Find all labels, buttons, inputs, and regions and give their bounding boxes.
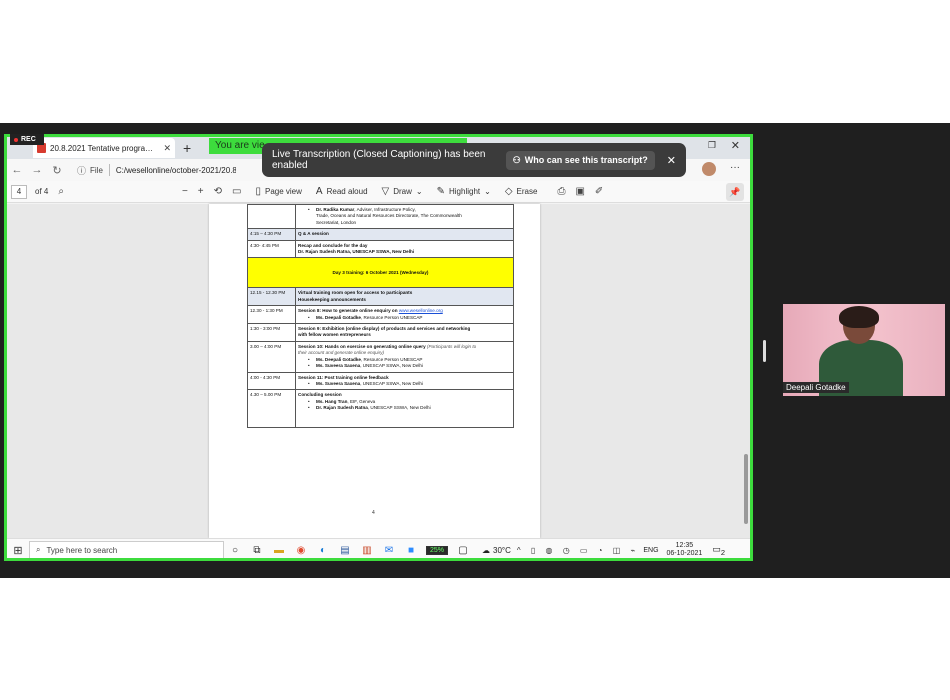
- recording-indicator: REC: [10, 134, 44, 145]
- back-icon[interactable]: ←: [7, 164, 27, 176]
- participant-video[interactable]: Deepali Gotadke: [783, 304, 945, 396]
- tab-title: 20.8.2021 Tentative programme: [50, 143, 160, 153]
- task-view-icon[interactable]: ⧉: [246, 545, 268, 556]
- draw-icon: ▽: [381, 186, 390, 197]
- page-number: 4: [372, 510, 375, 516]
- chevron-down-icon: ⌄: [415, 187, 423, 196]
- windows-start-icon[interactable]: ⊞: [7, 544, 29, 557]
- page-view-button[interactable]: ▯ Page view: [255, 186, 301, 197]
- url-input[interactable]: C:/wesellonline/october-2021/20.8: [116, 166, 236, 175]
- record-dot-icon: [14, 137, 18, 142]
- page-number-input[interactable]: 4: [11, 184, 27, 199]
- fit-page-icon[interactable]: ▭: [232, 186, 241, 197]
- read-aloud-icon: A: [315, 186, 323, 197]
- cloud-icon: ☁: [482, 545, 491, 555]
- participant-hair: [839, 306, 879, 328]
- page-count: of 4: [35, 187, 49, 196]
- table-row: 3.00 – 4:00 PM Session 10: Hands on exer…: [247, 340, 514, 373]
- panel-resize-handle[interactable]: [763, 340, 766, 362]
- zoom-icon[interactable]: ■: [400, 545, 422, 556]
- programme-table: Dr. Radika Kumar, Adviser, Infrastructur…: [247, 203, 514, 429]
- new-tab-button[interactable]: +: [183, 140, 191, 156]
- zoom-in-icon[interactable]: +: [198, 186, 204, 197]
- refresh-icon[interactable]: ↻: [47, 164, 67, 177]
- read-aloud-button[interactable]: A Read aloud: [316, 186, 368, 197]
- browser-tab[interactable]: 20.8.2021 Tentative programme ✕: [33, 138, 175, 158]
- system-tray-icons[interactable]: ^ ▯ ◍ ◷ ▭ ◔ ◫ ⌁: [517, 546, 639, 555]
- table-row: Dr. Radika Kumar, Adviser, Infrastructur…: [247, 203, 514, 230]
- word-icon[interactable]: ▤: [334, 545, 356, 556]
- table-row: 4.30 – 5.00 PM Concluding session Ms. Ha…: [247, 389, 514, 429]
- edge-icon[interactable]: ◐: [312, 545, 334, 556]
- rotate-icon[interactable]: ⟲: [214, 186, 222, 197]
- shared-screen: 20.8.2021 Tentative programme ✕ + You ar…: [4, 134, 753, 561]
- save-icon[interactable]: ▣: [575, 186, 584, 197]
- wesellonline-link[interactable]: www.wesellonline.org: [399, 308, 443, 313]
- pdf-viewer[interactable]: Dr. Radika Kumar, Adviser, Infrastructur…: [7, 203, 750, 538]
- restore-window-icon[interactable]: ❐: [708, 140, 716, 151]
- forward-icon[interactable]: →: [27, 164, 47, 176]
- weather-widget[interactable]: ☁ 30°C: [482, 546, 511, 555]
- file-label: File: [90, 165, 103, 175]
- zoom-out-icon[interactable]: −: [182, 186, 188, 197]
- who-can-see-transcript-button[interactable]: ⚇ Who can see this transcript?: [505, 150, 655, 170]
- chevron-down-icon: ⌄: [484, 187, 491, 196]
- people-icon: ⚇: [512, 154, 521, 165]
- eraser-icon: ◇: [504, 186, 513, 197]
- pin-toolbar-icon[interactable]: 📌: [726, 183, 744, 201]
- close-notification-icon[interactable]: ✕: [667, 154, 676, 167]
- table-row: 12.15 - 12.30 PM Virtual training room o…: [247, 287, 514, 307]
- more-options-icon[interactable]: ···: [730, 162, 740, 173]
- search-icon[interactable]: ⌕: [58, 186, 64, 197]
- highlight-button[interactable]: ✎ Highlight ⌄: [437, 186, 491, 197]
- chrome-icon[interactable]: ◉: [290, 545, 312, 556]
- page-view-icon: ▯: [255, 186, 261, 197]
- battery-indicator: 25%: [426, 545, 449, 555]
- table-row: 4:00 - 4:30 PM Session 11: Post training…: [247, 371, 514, 391]
- participant-name: Deepali Gotadke: [783, 382, 849, 393]
- cortana-icon[interactable]: ○: [224, 545, 246, 556]
- file-explorer-icon[interactable]: ▬: [268, 545, 290, 556]
- save-as-icon[interactable]: ✐: [595, 186, 603, 197]
- day-heading-row: Day 3 training: 6 October 2021 (Wednesda…: [247, 257, 514, 289]
- erase-button[interactable]: ◇ Erase: [505, 186, 538, 197]
- powerpoint-icon[interactable]: ▥: [356, 545, 378, 556]
- scrollbar[interactable]: [744, 454, 748, 524]
- table-row: 4:30- 4:45 PM Recap and conclude for the…: [247, 239, 514, 259]
- app-icon[interactable]: ▢: [452, 545, 474, 556]
- print-icon[interactable]: ⎙: [557, 186, 565, 197]
- transcription-notification: Live Transcription (Closed Captioning) h…: [262, 143, 686, 177]
- draw-button[interactable]: ▽ Draw ⌄: [382, 186, 423, 197]
- highlight-icon: ✎: [436, 186, 445, 197]
- pdf-page: Dr. Radika Kumar, Adviser, Infrastructur…: [209, 203, 540, 538]
- search-icon: ⌕: [36, 545, 41, 554]
- divider: [108, 164, 110, 176]
- pdf-toolbar: 4 of 4 ⌕ − + ⟲ ▭ ▯ Page view A Read aloud …: [7, 181, 750, 203]
- table-row: 12.30 - 1:30 PM Session 8: How to genera…: [247, 305, 514, 325]
- taskbar-search[interactable]: ⌕ Type here to search: [29, 541, 224, 558]
- table-row: 4:15 – 4:30 PM Q & A session: [247, 228, 514, 241]
- table-row: 1:30 - 3:00 PM Session 9: Exhibition (on…: [247, 323, 514, 342]
- mail-icon[interactable]: ✉: [378, 545, 400, 556]
- language-indicator[interactable]: ENG: [643, 547, 658, 554]
- info-icon[interactable]: ⓘ: [77, 164, 86, 177]
- clock[interactable]: 12:35 06-10-2021: [667, 542, 703, 558]
- notification-icon[interactable]: ▭2: [712, 544, 725, 557]
- close-tab-icon[interactable]: ✕: [163, 143, 171, 154]
- profile-avatar[interactable]: [702, 162, 716, 176]
- windows-taskbar: ⊞ ⌕ Type here to search ○ ⧉ ▬ ◉ ◐ ▤ ▥ ✉ …: [7, 538, 750, 558]
- close-window-icon[interactable]: ✕: [731, 139, 740, 152]
